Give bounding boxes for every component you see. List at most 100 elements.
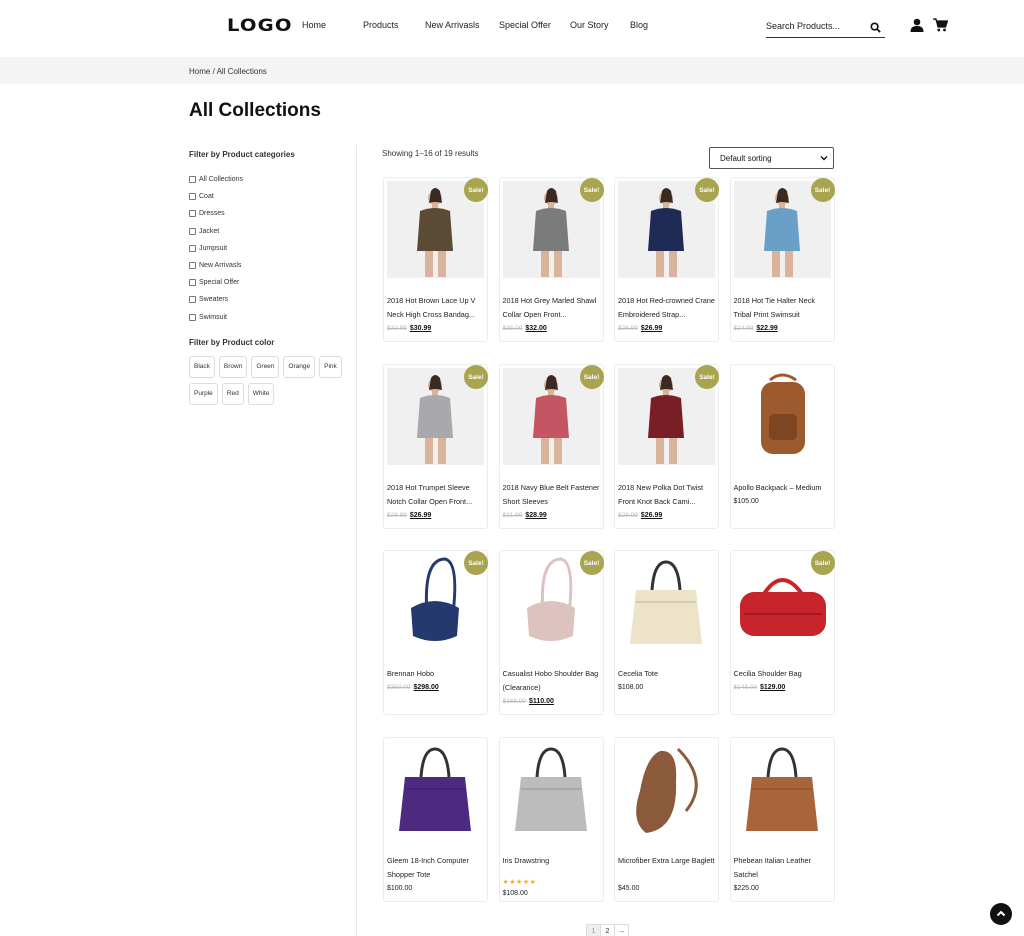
product-name[interactable]: Iris Drawstring: [503, 854, 603, 868]
category-option[interactable]: Jacket: [189, 223, 349, 240]
product-name[interactable]: 2018 New Polka Dot Twist Front Knot Back…: [618, 481, 718, 509]
product-thumbnail[interactable]: [733, 368, 831, 465]
breadcrumb[interactable]: Home / All Collections: [189, 67, 267, 76]
product-card[interactable]: Phebean Italian Leather Satchel $225.00: [729, 737, 835, 902]
category-checkbox[interactable]: [189, 313, 196, 321]
product-card[interactable]: Sale! 2018 Navy Blue Belt Fastener Short …: [498, 364, 604, 529]
product-thumbnail[interactable]: [618, 554, 715, 651]
product-price: $168.00 $110.00: [503, 698, 554, 705]
product-card[interactable]: Sale! 2018 Hot Trumpet Sleeve Notch Colla…: [383, 364, 488, 529]
category-option[interactable]: All Collections: [189, 171, 349, 188]
color-option-white[interactable]: White: [247, 382, 275, 405]
product-card[interactable]: Sale! Casualist Hobo Shoulder Bag (Cleara…: [498, 550, 604, 715]
sale-price: $30.99: [409, 325, 432, 332]
sale-badge: Sale!: [695, 178, 719, 202]
category-checkbox[interactable]: [189, 210, 196, 218]
product-thumbnail[interactable]: [733, 741, 831, 838]
nav-blog[interactable]: Blog: [630, 20, 648, 30]
next-page-button[interactable]: →: [614, 924, 629, 936]
category-checkbox[interactable]: [189, 193, 196, 201]
color-filter-title: Filter by Product color: [189, 337, 275, 347]
product-name[interactable]: Cecelia Tote: [618, 667, 718, 681]
category-checkbox[interactable]: [189, 296, 196, 304]
category-option[interactable]: Special Offer: [189, 274, 349, 291]
sale-price: $22.99: [756, 325, 778, 332]
category-checkbox[interactable]: [189, 279, 196, 287]
product-price: $45.00: [618, 885, 639, 892]
sale-price: $28.99: [525, 512, 547, 519]
product-name[interactable]: Gleem 18-Inch Computer Shopper Tote: [387, 854, 487, 882]
product-name[interactable]: Phebean Italian Leather Satchel: [734, 854, 834, 882]
category-checkbox[interactable]: [189, 227, 196, 235]
product-name[interactable]: 2018 Navy Blue Belt Fastener Short Sleev…: [503, 481, 603, 509]
product-name[interactable]: 2018 Hot Grey Marled Shawl Collar Open F…: [503, 294, 603, 322]
product-card[interactable]: Sale! Brennan Hobo $350.00 $298.00: [383, 550, 488, 715]
color-option-pink[interactable]: Pink: [319, 355, 342, 378]
category-option[interactable]: Coat: [189, 188, 349, 205]
category-checkbox[interactable]: [189, 176, 196, 184]
product-name[interactable]: 2018 Hot Trumpet Sleeve Notch Collar Ope…: [387, 481, 487, 509]
page-button-1[interactable]: 1: [586, 924, 601, 936]
search-icon[interactable]: [870, 20, 881, 38]
back-to-top-button[interactable]: [990, 903, 1012, 925]
color-option-purple[interactable]: Purple: [189, 382, 218, 405]
sale-price: $110.00: [529, 698, 554, 705]
product-card[interactable]: Sale! 2018 Hot Brown Lace Up V Neck High …: [383, 177, 488, 342]
category-option[interactable]: Jumpsuit: [189, 240, 349, 257]
nav-products[interactable]: Products: [363, 20, 399, 30]
page-button-2[interactable]: 2: [600, 924, 615, 936]
product-price: $28.99 $26.99: [387, 512, 431, 519]
product-card[interactable]: Cecelia Tote $108.00: [614, 550, 719, 715]
product-card[interactable]: Iris Drawstring ★★★★★ $108.00: [498, 737, 604, 902]
user-icon[interactable]: [910, 18, 924, 37]
product-card[interactable]: Gleem 18-Inch Computer Shopper Tote $100.…: [383, 737, 488, 902]
category-option[interactable]: Sweaters: [189, 291, 349, 308]
product-name[interactable]: Brennan Hobo: [387, 667, 487, 681]
nav-special-offer[interactable]: Special Offer: [499, 20, 551, 30]
product-card[interactable]: Sale! 2018 Hot Tie Halter Neck Tribal Pri…: [729, 177, 835, 342]
sidebar-divider: [356, 145, 357, 936]
chevron-up-icon: [996, 910, 1006, 917]
nav-new-arrivals[interactable]: New Arrivasls: [425, 20, 480, 30]
logo[interactable]: LOGO: [227, 16, 293, 36]
original-price: $350.00: [387, 684, 411, 691]
color-option-black[interactable]: Black: [189, 355, 215, 378]
sale-price: $129.00: [760, 684, 786, 691]
sale-badge: Sale!: [810, 178, 835, 202]
product-thumbnail[interactable]: [502, 741, 600, 838]
product-card[interactable]: Sale! 2018 Hot Grey Marled Shawl Collar O…: [498, 177, 604, 342]
sale-price: $26.99: [640, 325, 663, 332]
product-card[interactable]: Apollo Backpack – Medium $105.00: [729, 364, 835, 529]
product-thumbnail[interactable]: [618, 741, 715, 838]
product-name[interactable]: 2018 Hot Red-crowned Crane Embroidered S…: [618, 294, 718, 322]
category-checkbox[interactable]: [189, 262, 196, 270]
color-option-brown[interactable]: Brown: [218, 355, 248, 378]
category-option[interactable]: Dresses: [189, 205, 349, 222]
color-option-green[interactable]: Green: [251, 355, 280, 378]
category-option[interactable]: New Arrivasls: [189, 257, 349, 274]
category-option[interactable]: Swimsuit: [189, 309, 349, 326]
regular-price: $105.00: [733, 498, 759, 505]
product-card[interactable]: Sale! Cecilia Shoulder Bag $148.00 $129.00: [729, 550, 835, 715]
product-price: $24.99 $22.99: [734, 325, 778, 332]
product-thumbnail[interactable]: [387, 741, 484, 838]
product-name[interactable]: Microfiber Extra Large Baglett: [618, 854, 718, 868]
product-card[interactable]: Sale! 2018 Hot Red-crowned Crane Embroide…: [614, 177, 719, 342]
product-name[interactable]: 2018 Hot Tie Halter Neck Tribal Print Sw…: [734, 294, 834, 322]
color-option-orange[interactable]: Orange: [283, 355, 316, 378]
color-option-red[interactable]: Red: [221, 382, 244, 405]
search-input[interactable]: [766, 16, 866, 36]
product-card[interactable]: Microfiber Extra Large Baglett $45.00: [614, 737, 719, 902]
product-name[interactable]: 2018 Hot Brown Lace Up V Neck High Cross…: [387, 294, 487, 322]
nav-our-story[interactable]: Our Story: [570, 20, 609, 30]
category-label: All Collections: [199, 176, 243, 184]
nav-home[interactable]: Home: [302, 20, 326, 30]
product-name[interactable]: Cecilia Shoulder Bag: [734, 667, 834, 681]
product-card[interactable]: Sale! 2018 New Polka Dot Twist Front Knot…: [614, 364, 719, 529]
product-name[interactable]: Apollo Backpack – Medium: [734, 481, 834, 495]
category-checkbox[interactable]: [189, 244, 196, 252]
sort-select[interactable]: Default sorting: [709, 147, 834, 169]
cart-icon[interactable]: [933, 18, 949, 37]
sale-price: $26.99: [409, 512, 432, 519]
product-name[interactable]: Casualist Hobo Shoulder Bag (Clearance): [503, 667, 603, 695]
